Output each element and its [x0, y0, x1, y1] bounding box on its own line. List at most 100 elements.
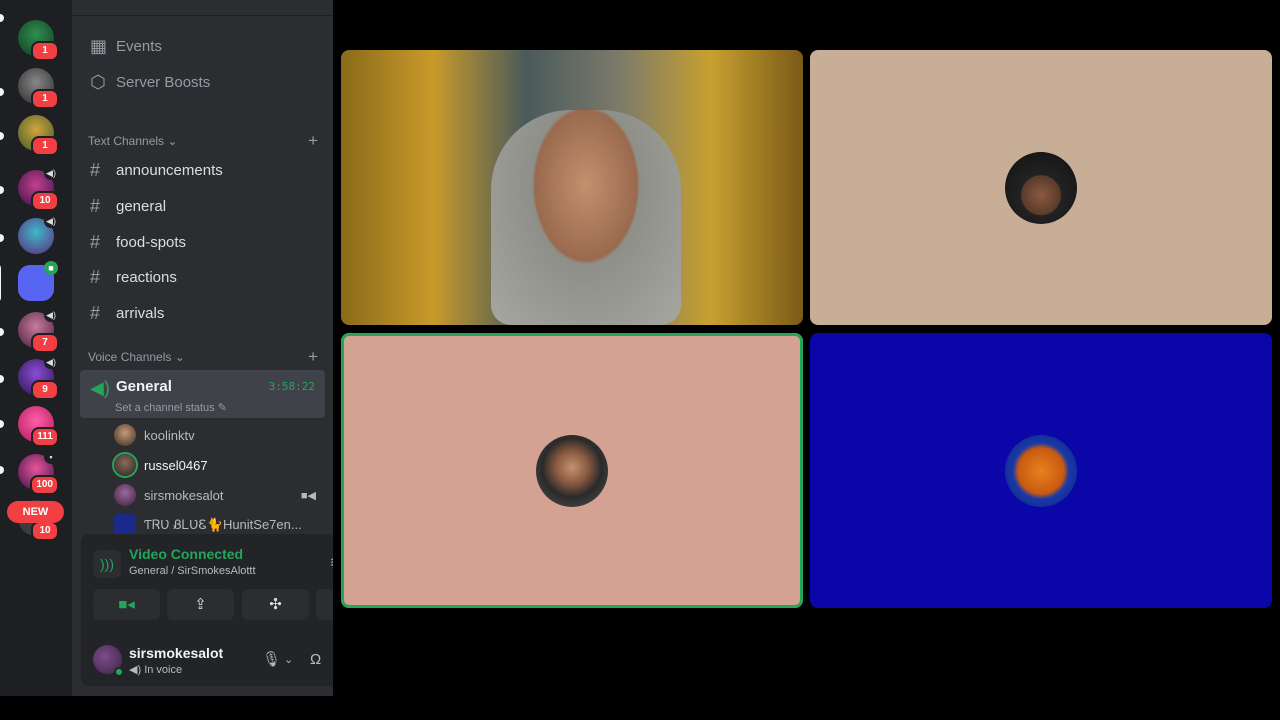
hashtag-icon: # — [90, 159, 101, 180]
text-channels-category[interactable]: Text Channels ⌄ + — [88, 131, 318, 151]
connection-status: Video Connected — [129, 546, 244, 562]
mention-badge: 10 — [31, 521, 59, 541]
channel-label: reactions — [116, 268, 177, 286]
chevron-down-icon[interactable]: ⌄ — [284, 650, 293, 670]
mention-badge: 1 — [31, 89, 59, 109]
microphone-icon[interactable]: 🎙 — [262, 650, 281, 670]
events-label: Events — [116, 37, 162, 55]
chevron-down-icon: ⌄ — [167, 134, 178, 148]
speaker-icon: ◀) — [44, 355, 58, 369]
hashtag-icon: # — [90, 302, 101, 323]
channel-sidebar: ▦ Events ⬡ Server Boosts Text Channels ⌄… — [72, 0, 333, 696]
avatar — [114, 454, 136, 476]
category-label: Text Channels — [88, 134, 165, 148]
mention-badge: 100 — [30, 475, 59, 495]
server-icon-7[interactable]: ◀) 7 — [18, 308, 59, 353]
channel-label: food-spots — [116, 233, 187, 251]
add-channel-icon[interactable]: + — [308, 131, 318, 151]
channel-general[interactable]: # general — [80, 189, 325, 223]
voice-channel-general[interactable]: ◀) General 3:58:22 Set a channel status … — [80, 370, 325, 418]
channel-label: arrivals — [116, 304, 165, 322]
connection-channel[interactable]: General / SirSmokesAlottt — [129, 565, 256, 577]
server-icon-5[interactable]: ◀) — [18, 214, 58, 254]
voice-member[interactable]: sirsmokesalot ■◀ — [114, 481, 324, 509]
calendar-icon: ▦ — [90, 35, 108, 56]
camera-icon: ■◀ — [300, 489, 316, 502]
user-status-label: In voice — [144, 664, 183, 676]
server-rail: 1 1 1 ◀) 10 ◀) ■ ◀) 7 ◀) 9 111 ▪ 100 10 NEW — [0, 0, 72, 720]
server-icon-1[interactable]: 1 — [18, 20, 59, 61]
channel-label: announcements — [116, 161, 223, 179]
video-tile-camera[interactable] — [341, 50, 803, 325]
server-icon-8[interactable]: ◀) 9 — [18, 355, 59, 400]
hashtag-icon: # — [90, 231, 101, 252]
server-icon-2[interactable]: 1 — [18, 68, 59, 109]
connection-signal-icon[interactable]: ))) — [93, 550, 121, 578]
channel-reactions[interactable]: # reactions — [80, 260, 325, 294]
video-tile-avatar-logo[interactable] — [810, 333, 1272, 608]
category-label: Voice Channels — [88, 350, 172, 364]
bottom-bar — [0, 696, 1280, 720]
hashtag-icon: # — [90, 195, 101, 216]
channel-arrivals[interactable]: # arrivals — [80, 296, 325, 330]
events-item[interactable]: ▦ Events — [80, 29, 325, 63]
server-boosts-label: Server Boosts — [116, 73, 211, 91]
screen-share-icon: ⇪ — [194, 596, 207, 613]
headphones-icon[interactable]: Ω — [310, 650, 321, 670]
video-grid — [333, 0, 1280, 696]
unread-pill — [0, 328, 4, 336]
speaker-icon: ◀) — [90, 378, 110, 398]
channel-food-spots[interactable]: # food-spots — [80, 225, 325, 259]
mention-badge: 1 — [31, 41, 59, 61]
hashtag-icon: # — [90, 266, 101, 287]
server-icon-current[interactable]: ■ — [18, 261, 58, 301]
video-icon: ■ — [44, 261, 58, 275]
screen-share-button[interactable]: ⇪ — [167, 589, 234, 620]
unread-pill — [0, 234, 4, 242]
unread-pill — [0, 186, 4, 194]
online-status-dot — [114, 667, 124, 677]
new-badge[interactable]: NEW — [7, 501, 64, 523]
voice-member[interactable]: russel0467 — [114, 451, 324, 479]
header-divider — [72, 0, 333, 16]
channel-status-label: Set a channel status — [115, 402, 215, 414]
avatar — [114, 514, 136, 536]
member-name: ƬᏒƲ ᏰᏞƲᏋ🐈HunitSe7en... — [144, 517, 302, 532]
activities-icon: ✣ — [269, 596, 282, 613]
unread-pill — [0, 132, 4, 140]
member-name: sirsmokesalot — [144, 487, 224, 503]
activities-button[interactable]: ✣ — [242, 589, 309, 620]
avatar — [536, 434, 608, 507]
voice-channels-category[interactable]: Voice Channels ⌄ + — [88, 347, 318, 367]
channel-announcements[interactable]: # announcements — [80, 153, 325, 187]
server-boosts-item[interactable]: ⬡ Server Boosts — [80, 65, 325, 99]
unread-pill — [0, 466, 4, 474]
video-tile-avatar[interactable] — [810, 50, 1272, 325]
speaker-icon: ◀) — [44, 214, 58, 228]
unread-pill — [0, 14, 4, 22]
voice-member[interactable]: koolinktv — [114, 421, 324, 449]
unread-pill — [0, 420, 4, 428]
server-icon-3[interactable]: 1 — [18, 115, 59, 156]
video-tile-avatar-speaking[interactable] — [341, 333, 803, 608]
add-channel-icon[interactable]: + — [308, 347, 318, 367]
avatar — [1005, 151, 1077, 224]
pencil-icon: ✎ — [217, 402, 227, 414]
call-timer: 3:58:22 — [268, 380, 315, 393]
channel-status-input[interactable]: Set a channel status ✎ — [115, 401, 227, 414]
soundboard-button[interactable]: ♪ — [316, 589, 333, 620]
server-icon-9[interactable]: 111 — [18, 406, 59, 447]
noise-suppression-icon[interactable]: ≋ — [325, 552, 333, 574]
avatar — [114, 424, 136, 446]
selected-pill — [0, 264, 1, 302]
camera-button[interactable]: ■◂ — [93, 589, 160, 620]
text-icon: ▪ — [44, 450, 58, 464]
mention-badge: 10 — [31, 191, 59, 211]
voice-connection-panel: ))) Video Connected General / SirSmokesA… — [81, 534, 333, 686]
chevron-down-icon: ⌄ — [174, 350, 185, 364]
server-icon-4[interactable]: ◀) 10 — [18, 166, 59, 211]
voice-channel-label: General — [116, 378, 172, 395]
speaker-icon: ◀) — [44, 166, 58, 180]
server-icon-10[interactable]: ▪ 100 — [18, 450, 59, 495]
unread-pill — [0, 88, 4, 96]
